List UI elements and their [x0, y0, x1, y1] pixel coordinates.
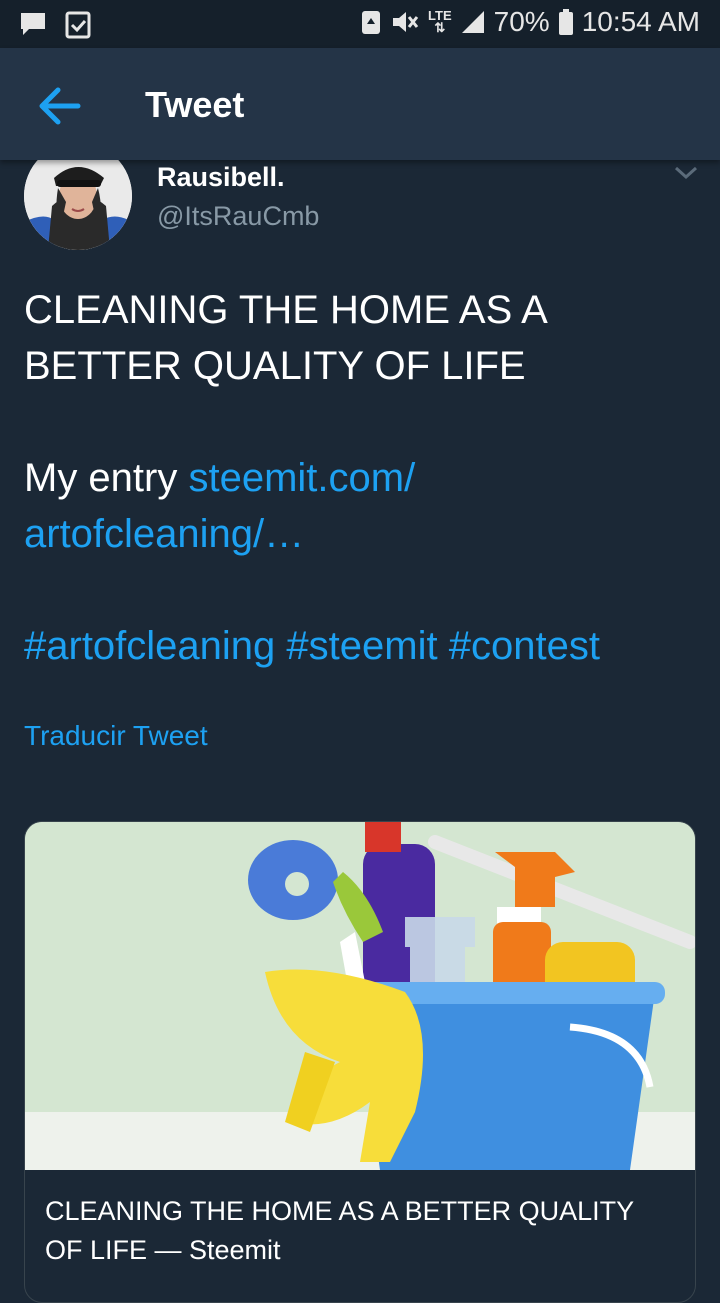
battery-percent: 70% [493, 6, 550, 37]
clock: 10:54 AM [581, 6, 700, 37]
entry-prefix: My entry [24, 456, 189, 500]
battery-saver-icon [362, 11, 381, 34]
author-handle[interactable]: @ItsRauCmb [157, 201, 319, 232]
app-bar: Tweet [0, 48, 720, 160]
message-icon [21, 13, 45, 35]
battery-icon [558, 9, 573, 35]
cleaning-supplies-image [25, 822, 695, 1170]
back-arrow-icon [39, 87, 81, 125]
status-bar: LTE ⇅ 70% 10:54 AM [0, 0, 720, 48]
hashtag-contest[interactable]: #contest [449, 624, 600, 668]
chevron-down-icon [674, 166, 698, 180]
hashtag-steemit[interactable]: #steemit [286, 624, 437, 668]
tweet-entry-line: My entry steemit.com/ artofcleaning/… [24, 450, 704, 562]
link-preview-card[interactable]: CLEANING THE HOME AS A BETTER QUALITY OF… [24, 821, 696, 1303]
card-title: CLEANING THE HOME AS A BETTER QUALITY OF… [45, 1196, 634, 1265]
page-title: Tweet [145, 84, 245, 125]
back-button[interactable] [28, 78, 88, 134]
notification-icons [18, 10, 92, 40]
signal-icon [461, 11, 484, 33]
system-icons: LTE ⇅ 70% 10:54 AM [360, 6, 700, 38]
card-image [25, 822, 695, 1170]
data-arrows-icon: ⇅ [434, 20, 446, 35]
tweet-menu-button[interactable] [672, 160, 700, 184]
hashtag-line: #artofcleaning #steemit #contest [24, 618, 704, 674]
translate-tweet-link[interactable]: Traducir Tweet [24, 720, 208, 752]
lte-indicator: LTE ⇅ [428, 9, 452, 35]
tweet-text: CLEANING THE HOME AS A BETTER QUALITY OF… [24, 282, 704, 674]
hashtag-artofcleaning[interactable]: #artofcleaning [24, 624, 275, 668]
tweet-headline: CLEANING THE HOME AS A BETTER QUALITY OF… [24, 288, 546, 388]
mute-icon [393, 12, 419, 32]
task-check-icon [65, 11, 91, 39]
author-name[interactable]: Rausibell. [157, 162, 285, 193]
